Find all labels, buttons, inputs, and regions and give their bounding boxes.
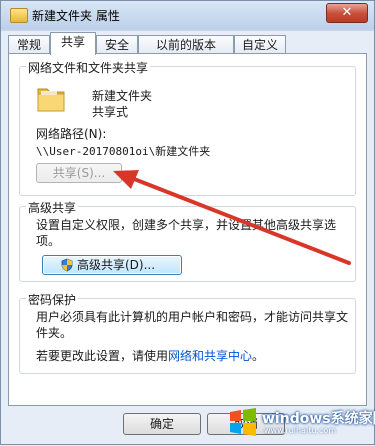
- close-button[interactable]: ✕: [326, 3, 368, 23]
- tab-previous-versions[interactable]: 以前的版本: [138, 35, 234, 53]
- network-sharing-center-link[interactable]: 网络和共享中心: [168, 349, 252, 363]
- network-sharing-group: 网络文件和文件夹共享 新建文件夹 共享式 网络路径(N): \\User-201…: [19, 59, 356, 196]
- share-status: 共享式: [92, 105, 129, 119]
- site-watermark: windows系统家园 www.ruihaitu.com: [224, 402, 375, 442]
- window-title: 新建文件夹 属性: [32, 9, 120, 23]
- change-setting-prefix: 若要更改此设置，请使用: [36, 349, 169, 363]
- properties-window: 新建文件夹 属性 ✕ 常规 共享 安全 以前的版本 自定义 网络文件和文件夹共享…: [0, 0, 375, 445]
- shared-folder-icon: [37, 88, 65, 112]
- advanced-sharing-button-label: 高级共享(D)...: [77, 258, 156, 272]
- folder-icon: [10, 8, 28, 23]
- watermark-url: www.ruihaitu.com: [264, 426, 337, 435]
- folder-name: 新建文件夹: [92, 89, 153, 103]
- tab-general[interactable]: 常规: [8, 35, 50, 53]
- advanced-sharing-group: 高级共享 设置自定义权限，创建多个共享，并设置其他高级共享选项。 高级共享(D)…: [19, 199, 356, 282]
- network-path-label: 网络路径(N):: [36, 127, 107, 141]
- password-protection-group: 密码保护 用户必须具有此计算机的用户帐户和密码，才能访问共享文件夹。 若要更改此…: [19, 291, 356, 374]
- ok-button[interactable]: 确定: [123, 413, 201, 435]
- watermark-title: windows系统家园: [262, 411, 375, 427]
- advanced-sharing-description: 设置自定义权限，创建多个共享，并设置其他高级共享选项。: [36, 218, 337, 248]
- tab-security[interactable]: 安全: [96, 35, 138, 53]
- network-sharing-title: 网络文件和文件夹共享: [26, 59, 151, 76]
- password-protection-title: 密码保护: [26, 291, 79, 308]
- advanced-sharing-title: 高级共享: [26, 199, 79, 216]
- uac-shield-icon: [61, 258, 73, 272]
- windows-logo-icon: [230, 408, 256, 436]
- title-bar[interactable]: 新建文件夹 属性 ✕: [1, 1, 374, 29]
- change-setting-line: 若要更改此设置，请使用网络和共享中心。: [36, 347, 264, 364]
- advanced-sharing-button[interactable]: 高级共享(D)...: [42, 255, 182, 275]
- network-path-value[interactable]: \\User-20170801oi\新建文件夹: [36, 143, 210, 159]
- change-setting-suffix: 。: [252, 349, 265, 363]
- tab-sharing[interactable]: 共享: [50, 32, 96, 55]
- password-protection-description: 用户必须具有此计算机的用户帐户和密码，才能访问共享文件夹。: [36, 310, 349, 340]
- sharing-panel: 网络文件和文件夹共享 新建文件夹 共享式 网络路径(N): \\User-201…: [8, 53, 367, 406]
- share-button[interactable]: 共享(S)...: [36, 163, 122, 183]
- tab-customize[interactable]: 自定义: [234, 35, 286, 53]
